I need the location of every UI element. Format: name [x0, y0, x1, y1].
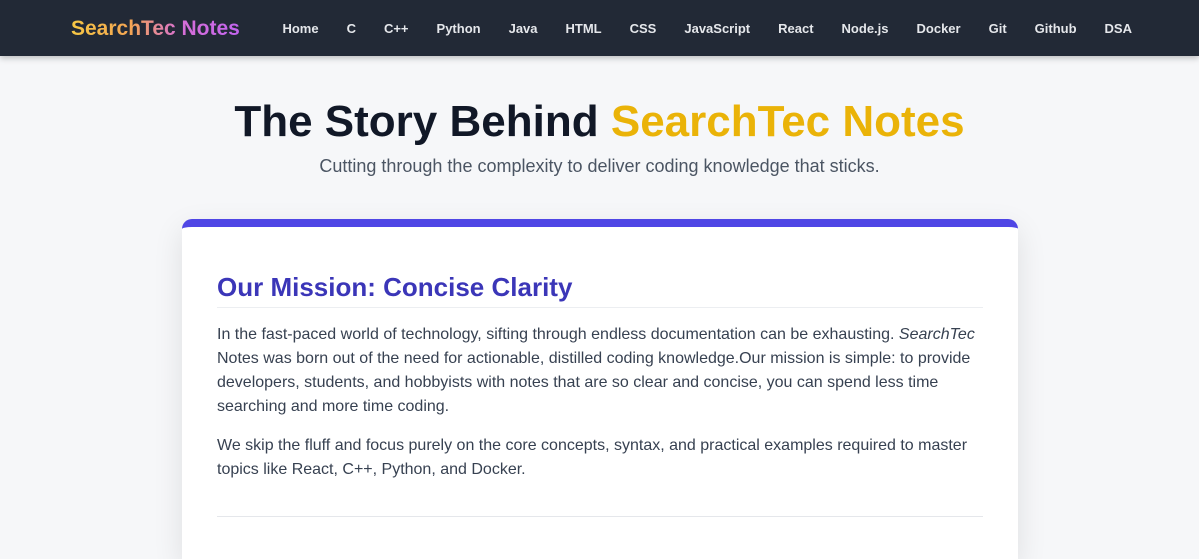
nav-link-javascript[interactable]: JavaScript: [684, 21, 750, 36]
page-title-main: The Story Behind: [234, 97, 611, 146]
section-divider: [217, 516, 983, 517]
nav-link-css[interactable]: CSS: [630, 21, 657, 36]
mission-paragraph-1-end: Notes was born out of the need for actio…: [217, 350, 971, 415]
nav-link-dsa[interactable]: DSA: [1105, 21, 1132, 36]
nav-link-git[interactable]: Git: [989, 21, 1007, 36]
mission-paragraph-1: In the fast-paced world of technology, s…: [217, 323, 977, 419]
site-logo[interactable]: SearchTec Notes: [71, 16, 240, 42]
page-title-accent: SearchTec Notes: [610, 97, 965, 146]
nav-link-c[interactable]: C: [347, 21, 356, 36]
page-title: The Story Behind SearchTec Notes: [0, 94, 1199, 150]
heading-divider: [217, 307, 983, 308]
nav-link-cpp[interactable]: C++: [384, 21, 409, 36]
nav-link-python[interactable]: Python: [437, 21, 481, 36]
nav-link-home[interactable]: Home: [282, 21, 318, 36]
nav-links: Home C C++ Python Java HTML CSS JavaScri…: [282, 0, 1132, 56]
nav-link-react[interactable]: React: [778, 21, 813, 36]
mission-paragraph-2: We skip the fluff and focus purely on th…: [217, 437, 968, 478]
nav-link-github[interactable]: Github: [1035, 21, 1077, 36]
nav-link-html[interactable]: HTML: [566, 21, 602, 36]
mission-paragraph-1-italic: SearchTec: [898, 326, 975, 343]
mission-card: Our Mission: Concise Clarity In the fast…: [182, 219, 1018, 559]
page-subtitle: Cutting through the complexity to delive…: [319, 156, 880, 176]
mission-paragraph-1-start: In the fast-paced world of technology, s…: [217, 326, 899, 343]
nav-link-docker[interactable]: Docker: [917, 21, 961, 36]
navbar: SearchTec Notes Home C C++ Python Java H…: [0, 0, 1199, 56]
nav-link-nodejs[interactable]: Node.js: [842, 21, 889, 36]
nav-link-java[interactable]: Java: [509, 21, 538, 36]
mission-heading: Our Mission: Concise Clarity: [217, 272, 573, 302]
